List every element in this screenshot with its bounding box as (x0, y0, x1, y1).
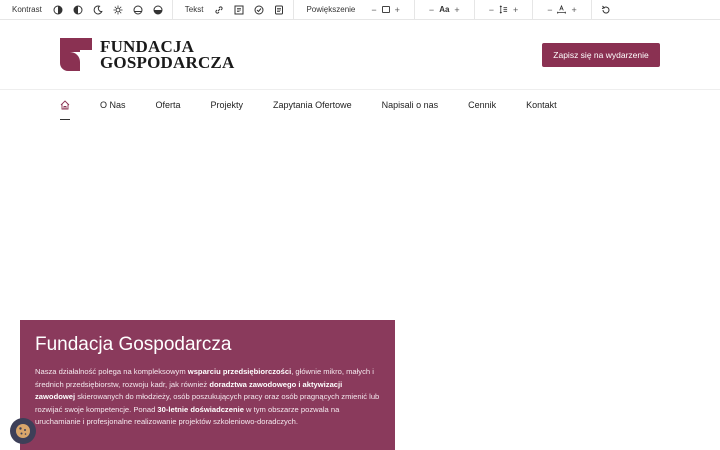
zoom-label: Powiększenie (306, 5, 356, 14)
page-zoom-stepper[interactable]: − + (361, 5, 410, 15)
line-height-stepper[interactable]: − + (479, 5, 529, 15)
link-highlight-icon[interactable] (209, 0, 229, 20)
hero-text-1: Nasza działalność polega na kompleksowym (35, 367, 188, 376)
hero-bold-1: wsparciu przedsiębiorczości (187, 367, 292, 376)
font-size-plus[interactable]: + (454, 5, 459, 15)
site-logo[interactable]: FUNDACJA GOSPODARCZA (60, 38, 234, 71)
nav-item-kontakt[interactable]: Kontakt (526, 100, 557, 110)
accessibility-toolbar: Kontrast Tekst Powiększenie − + − Aa + − + −… (0, 0, 720, 20)
letter-spacing-group: − + (533, 0, 592, 20)
cookie-icon (16, 424, 30, 438)
text-document-icon[interactable] (269, 0, 289, 20)
letter-spacing-minus[interactable]: − (547, 5, 552, 15)
contrast-group: Kontrast (0, 0, 173, 20)
hero-title: Fundacja Gospodarcza (35, 334, 232, 355)
letter-spacing-plus[interactable]: + (571, 5, 576, 15)
font-size-minus[interactable]: − (429, 5, 434, 15)
contrast-dark-icon[interactable] (68, 0, 88, 20)
logo-text: FUNDACJA GOSPODARCZA (100, 38, 235, 72)
nav-item-zapytania-ofertowe[interactable]: Zapytania Ofertowe (273, 100, 352, 110)
grayscale-icon[interactable] (148, 0, 168, 20)
nav-item-napisali-o-nas[interactable]: Napisali o nas (382, 100, 439, 110)
reset-group (592, 0, 620, 20)
line-height-icon (499, 5, 508, 14)
line-height-group: − + (475, 0, 534, 20)
line-height-minus[interactable]: − (489, 5, 494, 15)
nav-item-cennik[interactable]: Cennik (468, 100, 496, 110)
site-header: FUNDACJA GOSPODARCZA Zapisz się na wydar… (0, 20, 720, 90)
hero-description: Nasza działalność polega na kompleksowym… (35, 366, 380, 429)
page-zoom-plus[interactable]: + (395, 5, 400, 15)
check-circle-icon[interactable] (249, 0, 269, 20)
hero-bold-3: 30-letnie doświadczenie (157, 404, 244, 414)
home-icon[interactable] (60, 100, 70, 110)
font-size-icon: Aa (439, 5, 450, 14)
page-zoom-minus[interactable]: − (371, 5, 376, 15)
contrast-invert-icon[interactable] (48, 0, 68, 20)
zoom-group: Powiększenie − + (294, 0, 415, 20)
font-size-group: − Aa + (415, 0, 475, 20)
reset-icon[interactable] (596, 0, 616, 20)
nav-item-projekty[interactable]: Projekty (211, 100, 244, 110)
sun-icon[interactable] (108, 0, 128, 20)
nav-active-indicator (60, 119, 70, 120)
contrast-label: Kontrast (12, 5, 42, 14)
letter-spacing-stepper[interactable]: − + (537, 5, 587, 15)
main-nav: O Nas Oferta Projekty Zapytania Ofertowe… (60, 95, 587, 115)
font-size-stepper[interactable]: − Aa + (419, 5, 470, 15)
text-label: Tekst (184, 5, 204, 14)
moon-icon[interactable] (88, 0, 108, 20)
hero-card: Fundacja Gospodarcza Nasza działalność p… (20, 320, 395, 450)
line-height-plus[interactable]: + (513, 5, 518, 15)
logo-line-2: GOSPODARCZA (100, 52, 235, 72)
nav-item-o-nas[interactable]: O Nas (100, 100, 126, 110)
logo-mark-icon (60, 38, 92, 71)
low-saturation-icon[interactable] (128, 0, 148, 20)
nav-item-oferta[interactable]: Oferta (156, 100, 181, 110)
cookie-settings-button[interactable] (10, 418, 36, 444)
text-group: Tekst (173, 0, 295, 20)
letter-spacing-icon (557, 5, 567, 14)
register-event-button[interactable]: Zapisz się na wydarzenie (542, 43, 660, 67)
readable-font-icon[interactable] (229, 0, 249, 20)
page-zoom-icon (381, 6, 390, 13)
